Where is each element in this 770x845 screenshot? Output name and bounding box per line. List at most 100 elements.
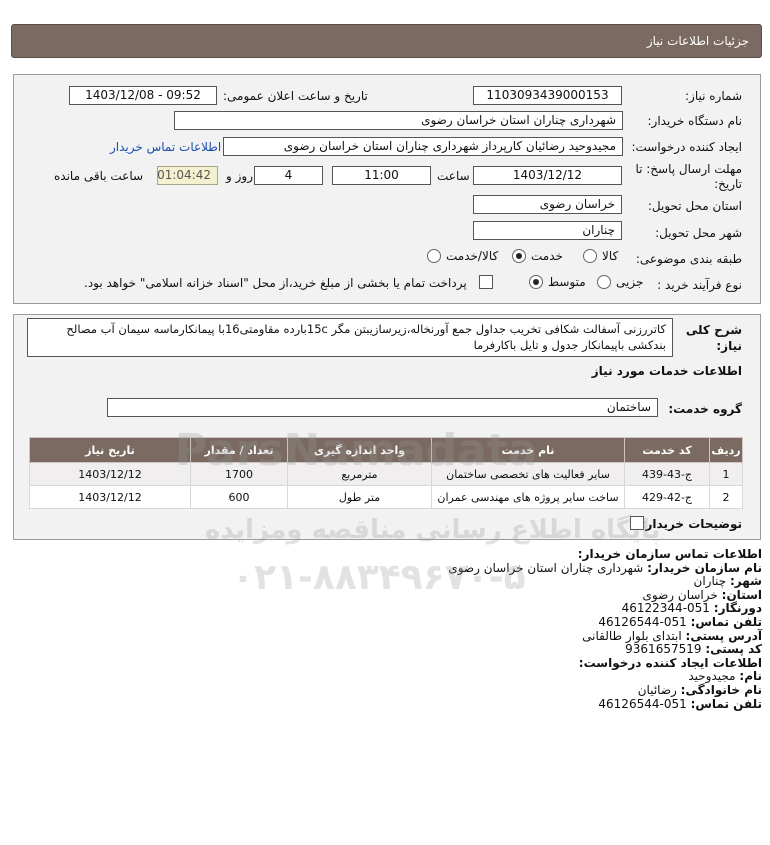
cell-row-number: 2 [709, 485, 743, 509]
contact-province-key: استان: [721, 587, 762, 602]
process-option-medium-label: متوسط [548, 275, 586, 289]
contact-province-line: استان: خراسان رضوی [462, 587, 762, 603]
deadline-label-date: تاریخ: [714, 177, 742, 191]
announce-field: 1403/12/08 - 09:52 [69, 86, 217, 105]
description-line-1: کاتررزنی آسفالت شکافی تخریب جداول جمع آو… [66, 322, 666, 336]
creator-last-name-line: نام خانوادگی: رضائیان [462, 682, 762, 698]
contact-city-key: شهر: [730, 574, 762, 589]
process-label: نوع فرآیند خرید : [657, 278, 742, 292]
contact-title: اطلاعات تماس سازمان خریدار: [577, 547, 762, 561]
contact-address-value: ابتدای بلوار طالقانی [582, 628, 682, 643]
radio-icon [583, 249, 597, 263]
cell-service-name: سایر فعالیت های تخصصی ساختمان [431, 462, 625, 486]
payment-note: پرداخت تمام یا بخشی از مبلغ خرید،از محل … [84, 276, 467, 290]
creator-last-name-key: نام خانوادگی: [680, 682, 762, 697]
process-option-minor[interactable]: جزیی [597, 275, 643, 289]
radio-icon [597, 275, 611, 289]
services-table: ردیف کد خدمت نام خدمت واحد اندازه گیری ت… [29, 437, 743, 509]
contact-phone-value: 051-46126544 [598, 614, 687, 629]
requester-field: مجیدوحید رضائیان کارپرداز شهرداری چناران… [223, 137, 623, 156]
category-option-service-label: خدمت [531, 249, 563, 263]
province-field: خراسان رضوی [473, 195, 622, 214]
buyer-notes-label: توضیحات خریدار: [640, 517, 742, 531]
description-label-2: نیاز: [716, 339, 742, 353]
treasury-payment-checkbox[interactable] [479, 275, 493, 289]
buyer-org-label: نام دستگاه خریدار: [647, 114, 743, 128]
col-service-name: نام خدمت [431, 437, 625, 463]
radio-selected-icon [512, 249, 526, 263]
days-label: روز و [226, 169, 253, 183]
city-label: شهر محل تحویل: [655, 226, 742, 240]
creator-first-name-key: نام: [739, 669, 762, 684]
process-option-medium[interactable]: متوسط [529, 275, 586, 289]
cell-need-date: 1403/12/12 [29, 485, 191, 509]
contact-postal-key: کد پستی: [705, 642, 762, 657]
contact-postal-line: کد پستی: 9361657519 [462, 642, 762, 657]
table-header-row: ردیف کد خدمت نام خدمت واحد اندازه گیری ت… [29, 437, 743, 463]
table-row[interactable]: 1 ج-43-439 سایر فعالیت های تخصصی ساختمان… [29, 462, 743, 486]
contact-org-line: نام سازمان خریدار: شهرداری چناران استان … [448, 560, 762, 576]
process-option-minor-label: جزیی [616, 275, 644, 289]
need-info-panel [13, 74, 761, 304]
contact-city-line: شهر: چناران [462, 574, 762, 589]
category-label: طبقه بندی موضوعی: [635, 252, 742, 266]
days-remaining-field: 4 [254, 166, 323, 185]
contact-org-value: شهرداری چناران استان خراسان رضوی [448, 560, 644, 575]
cell-unit: متر طول [287, 485, 432, 509]
remaining-time-field: 01:04:42 [157, 166, 218, 185]
province-label: استان محل تحویل: [647, 199, 742, 213]
service-group-label: گروه خدمت: [668, 402, 742, 416]
col-need-date: تاریخ نیاز [29, 437, 191, 463]
contact-org-key: نام سازمان خریدار: [647, 560, 762, 575]
contact-province-value: خراسان رضوی [642, 587, 718, 602]
service-group-field: ساختمان [107, 398, 658, 417]
requester-label: ایجاد کننده درخواست: [631, 140, 742, 154]
category-option-both[interactable]: کالا/خدمت [427, 249, 498, 263]
contact-phone-line: تلفن تماس: 051-46126544 [462, 614, 762, 630]
cell-row-number: 1 [709, 462, 743, 486]
col-service-code: کد خدمت [624, 437, 710, 463]
cell-need-date: 1403/12/12 [29, 462, 191, 486]
category-option-goods-label: کالا [602, 249, 619, 263]
creator-phone-key: تلفن تماس: [690, 696, 762, 711]
col-row-number: ردیف [709, 437, 743, 463]
contact-fax-key: دورنگار: [713, 601, 762, 616]
table-row[interactable]: 2 ج-42-429 ساخت سایر پروژه های مهندسی عم… [29, 485, 743, 509]
deadline-time-label: ساعت [437, 169, 470, 183]
contact-address-key: آدرس پستی: [685, 628, 762, 643]
cell-service-code: ج-42-429 [624, 485, 710, 509]
contact-city-value: چناران [693, 574, 727, 589]
category-option-both-label: کالا/خدمت [446, 249, 499, 263]
page-header: جزئیات اطلاعات نیاز [11, 24, 762, 58]
creator-first-name-line: نام: مجیدوحید [462, 670, 762, 684]
creator-first-name-value: مجیدوحید [688, 669, 736, 684]
category-option-goods[interactable]: کالا [583, 249, 618, 263]
buyer-notes-checkbox[interactable] [630, 516, 644, 530]
description-line-2: بندکشی باپیمانکار جدول و تایل باکارفرما [473, 338, 666, 352]
contact-fax-line: دورنگار: 051-46122344 [462, 602, 762, 616]
city-field: چناران [473, 221, 622, 240]
category-option-service[interactable]: خدمت [512, 249, 563, 263]
contact-info: اطلاعات تماس سازمان خریدار: نام سازمان خ… [448, 547, 762, 712]
need-number-field: 1103093439000153 [473, 86, 622, 105]
remaining-label: ساعت باقی مانده [54, 169, 144, 183]
buyer-contact-link[interactable]: اطلاعات تماس خریدار [110, 140, 221, 154]
col-quantity: تعداد / مقدار [190, 437, 288, 463]
deadline-label: مهلت ارسال پاسخ: تا [635, 162, 742, 176]
cell-quantity: 1700 [190, 462, 288, 486]
col-unit: واحد اندازه گیری [287, 437, 432, 463]
page-title: جزئیات اطلاعات نیاز [646, 34, 749, 48]
contact-postal-value: 9361657519 [625, 642, 702, 657]
deadline-date-field: 1403/12/12 [473, 166, 622, 185]
contact-phone-key: تلفن تماس: [690, 614, 762, 629]
contact-address-line: آدرس پستی: ابتدای بلوار طالقانی [462, 628, 762, 644]
radio-icon [427, 249, 441, 263]
deadline-time-field: 11:00 [332, 166, 431, 185]
cell-unit: مترمربع [287, 462, 432, 486]
description-label: شرح کلی [685, 323, 742, 337]
cell-service-code: ج-43-439 [624, 462, 710, 486]
need-number-label: شماره نیاز: [685, 89, 742, 103]
services-section-title: اطلاعات خدمات مورد نیاز [591, 364, 742, 378]
radio-selected-icon [529, 275, 543, 289]
creator-phone-line: تلفن تماس: 051-46126544 [462, 696, 762, 712]
